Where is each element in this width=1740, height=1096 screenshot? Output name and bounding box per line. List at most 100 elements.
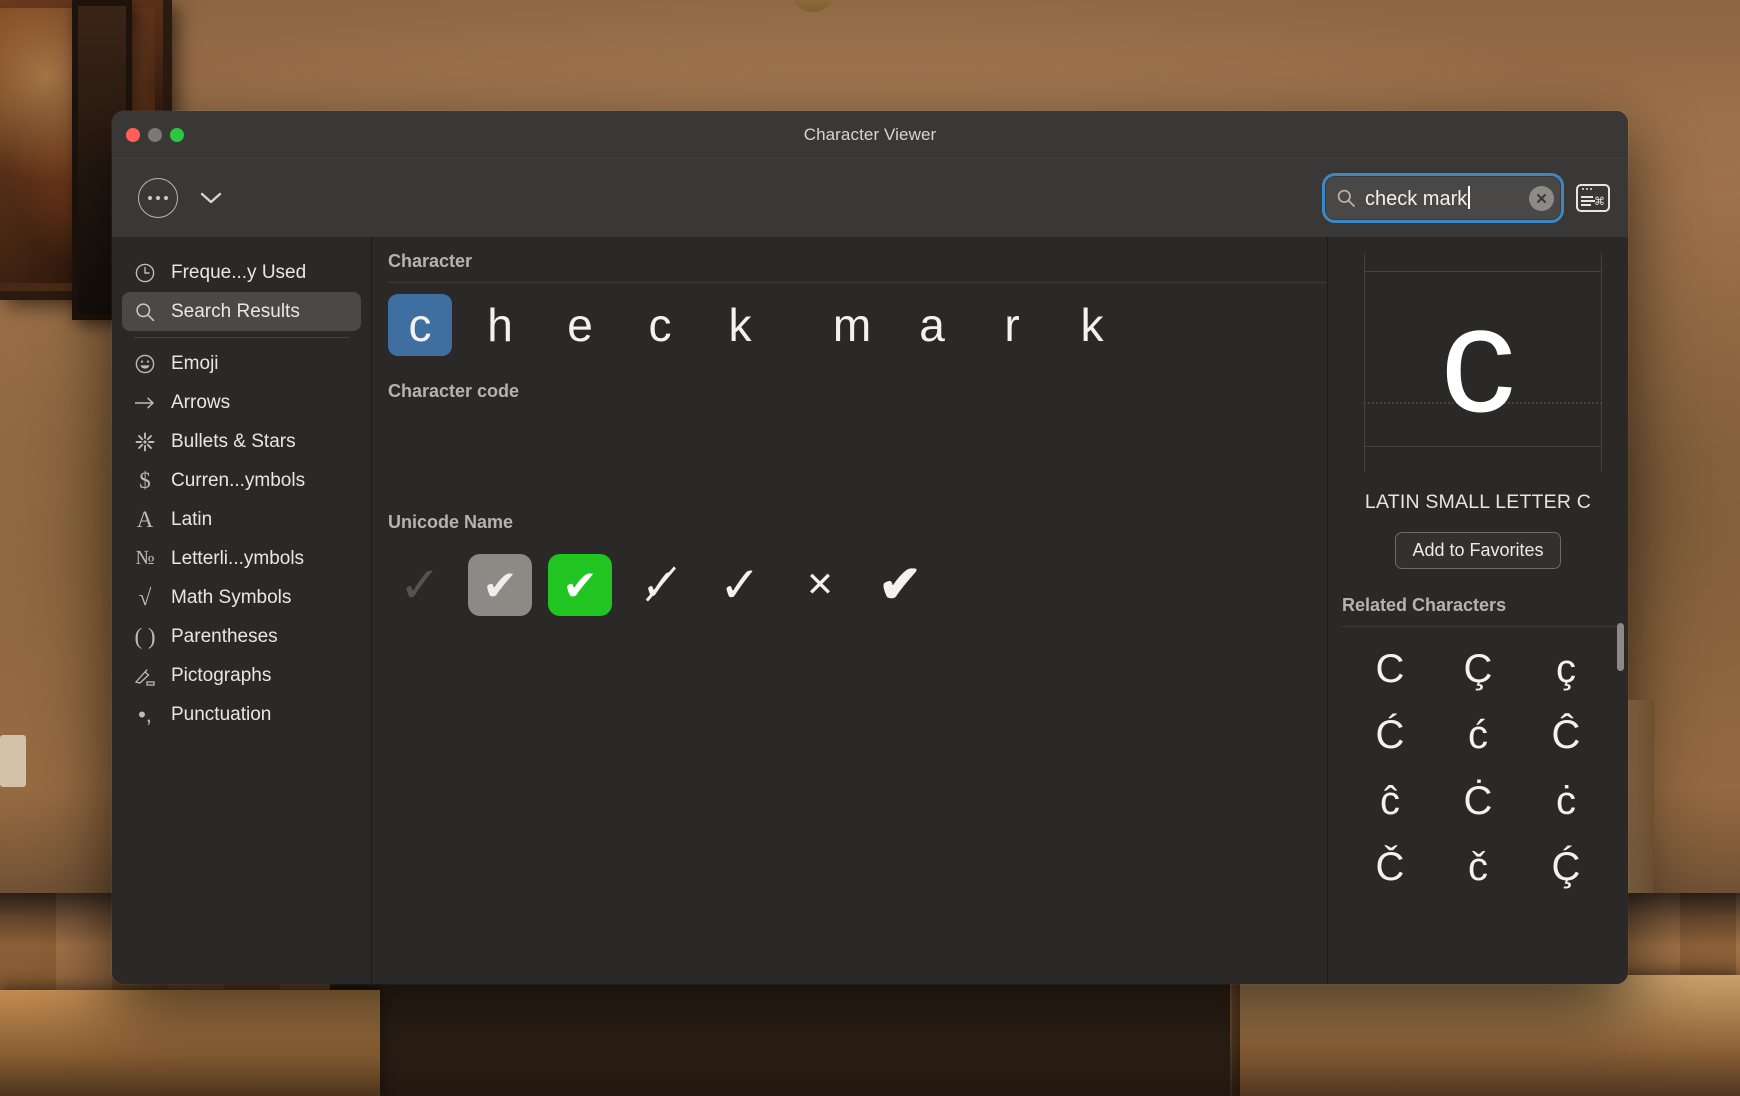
clock-icon (132, 262, 158, 284)
parentheses-icon: ( ) (134, 623, 156, 649)
glyph-cell[interactable]: h (468, 294, 532, 356)
glyph-cell-heavy-check-mark[interactable]: ✔ (868, 554, 932, 616)
section-unicode-name: Unicode Name ✓ ✔ ✔ ✓̸ ✓ ✕ ✔ (372, 498, 1327, 627)
glyph-cell-ballot-check-grey[interactable]: ✔ (468, 554, 532, 616)
unicode-name-glyph-row: ✓ ✔ ✔ ✓̸ ✓ ✕ ✔ (372, 543, 1327, 627)
sidebar-item-label: Parentheses (171, 625, 278, 647)
related-character[interactable]: Č (1346, 839, 1434, 895)
glyph-cell[interactable]: k (708, 294, 772, 356)
sidebar-item-label: Freque...y Used (171, 261, 307, 283)
section-heading: Character code (388, 381, 520, 401)
sidebar-item-emoji[interactable]: Emoji (122, 344, 361, 383)
window-title: Character Viewer (803, 124, 937, 144)
preview-guide-bottom (1364, 446, 1602, 447)
close-icon (1537, 193, 1546, 203)
glyph-cell-check-mark[interactable]: ✓ (388, 554, 452, 616)
sidebar-item-frequently-used[interactable]: Freque...y Used (122, 253, 361, 292)
add-to-favorites-button[interactable]: Add to Favorites (1395, 532, 1561, 569)
sidebar-item-label: Letterli...ymbols (171, 547, 305, 569)
asterisk-icon (132, 431, 158, 453)
minimize-button[interactable] (148, 127, 162, 142)
glyph-cell-multiplication-x[interactable]: ✕ (788, 554, 852, 616)
numero-icon: № (135, 547, 155, 569)
section-character: Character c h e c k m a r k (372, 237, 1327, 367)
glyph-cell[interactable]: r (980, 294, 1044, 356)
related-character[interactable]: ç (1522, 641, 1610, 697)
character-viewer-window: Character Viewer check mark ⌘ Freque...y… (112, 111, 1628, 984)
hand-writing-icon (132, 666, 158, 686)
related-character[interactable]: Ċ (1434, 773, 1522, 829)
favorites-row: Add to Favorites (1328, 514, 1628, 585)
desktop-background: Character Viewer check mark ⌘ Freque...y… (0, 0, 1740, 1096)
toolbar: check mark ⌘ (112, 159, 1628, 237)
action-menu-button[interactable] (138, 178, 178, 218)
unicode-name-label: LATIN SMALL LETTER C (1364, 491, 1592, 513)
dollar-icon: $ (139, 467, 151, 493)
sidebar-item-math-symbols[interactable]: √ Math Symbols (122, 578, 361, 617)
window-titlebar[interactable]: Character Viewer (112, 111, 1628, 159)
wooden-bench-left (0, 990, 380, 1096)
keyboard-viewer-button[interactable]: ⌘ (1576, 184, 1610, 212)
sidebar-item-currency-symbols[interactable]: $ Curren...ymbols (122, 461, 361, 500)
character-glyph-row: c h e c k m a r k (372, 283, 1327, 367)
glyph-cell[interactable]: c (628, 294, 692, 356)
sidebar-item-parentheses[interactable]: ( ) Parentheses (122, 617, 361, 656)
glyph-cell[interactable]: m (820, 294, 884, 356)
glyph-cell[interactable]: a (900, 294, 964, 356)
zoom-button[interactable] (170, 127, 184, 142)
window-dots-icon (1582, 188, 1592, 190)
search-field[interactable]: check mark (1322, 173, 1564, 223)
related-character[interactable]: C (1346, 641, 1434, 697)
results-panel: Character c h e c k m a r k Character co… (372, 237, 1328, 984)
related-scrollbar[interactable] (1617, 623, 1624, 671)
related-character[interactable]: ć (1434, 707, 1522, 763)
sidebar-item-label: Latin (171, 508, 213, 530)
related-character[interactable]: Ĉ (1522, 707, 1610, 763)
glyph-cell[interactable]: c (388, 294, 452, 356)
related-character[interactable]: ĉ (1346, 773, 1434, 829)
window-body: Freque...y Used Search Results Emoji Arr… (112, 237, 1628, 984)
sidebar-item-label: Search Results (171, 300, 300, 322)
sidebar-item-bullets-stars[interactable]: Bullets & Stars (122, 422, 361, 461)
close-button[interactable] (126, 127, 140, 142)
sidebar-item-punctuation[interactable]: •, Punctuation (122, 695, 361, 734)
preview-character: c (1440, 275, 1516, 443)
sidebar-item-letterlike-symbols[interactable]: № Letterli...ymbols (122, 539, 361, 578)
related-characters-grid: C Ç ç Ć ć Ĉ ĉ Ċ ċ Č č Ḉ (1328, 627, 1628, 895)
smiley-icon (132, 353, 158, 375)
empty-results-area (372, 412, 1327, 498)
glyph-cell-check-mark-slashed[interactable]: ✓̸ (628, 554, 692, 616)
related-character[interactable]: Ḉ (1522, 839, 1610, 895)
search-input[interactable]: check mark (1365, 185, 1525, 211)
clear-search-button[interactable] (1529, 185, 1554, 211)
chevron-down-icon (200, 192, 222, 204)
related-character[interactable]: Ć (1346, 707, 1434, 763)
preview-guide-left (1364, 253, 1365, 471)
sidebar-item-label: Pictographs (171, 664, 272, 686)
related-character[interactable]: Ç (1434, 641, 1522, 697)
glyph-cell-check-mark-thin[interactable]: ✓ (708, 554, 772, 616)
command-key-icon: ⌘ (1594, 196, 1605, 208)
search-icon (132, 301, 158, 323)
search-input-value: check mark (1365, 187, 1468, 210)
search-icon (1336, 188, 1356, 208)
related-character[interactable]: č (1434, 839, 1522, 895)
glyph-cell-check-mark-button-green[interactable]: ✔ (548, 554, 612, 616)
related-characters-heading: Related Characters (1342, 595, 1507, 615)
sidebar-item-label: Arrows (171, 391, 231, 413)
sidebar-item-search-results[interactable]: Search Results (122, 292, 361, 331)
related-character[interactable]: ċ (1522, 773, 1610, 829)
sidebar-item-label: Emoji (171, 352, 219, 374)
sidebar-item-pictographs[interactable]: Pictographs (122, 656, 361, 695)
dark-table-surface (330, 975, 1230, 1096)
sidebar: Freque...y Used Search Results Emoji Arr… (112, 237, 372, 984)
character-preview: c (1328, 237, 1628, 487)
glyph-cell[interactable]: k (1060, 294, 1124, 356)
preview-guide-right (1601, 253, 1602, 471)
sidebar-item-arrows[interactable]: Arrows (122, 383, 361, 422)
section-heading: Character (388, 251, 473, 271)
sidebar-item-latin[interactable]: A Latin (122, 500, 361, 539)
category-chevron-button[interactable] (194, 180, 228, 216)
ellipsis-icon (148, 196, 168, 200)
glyph-cell[interactable]: e (548, 294, 612, 356)
